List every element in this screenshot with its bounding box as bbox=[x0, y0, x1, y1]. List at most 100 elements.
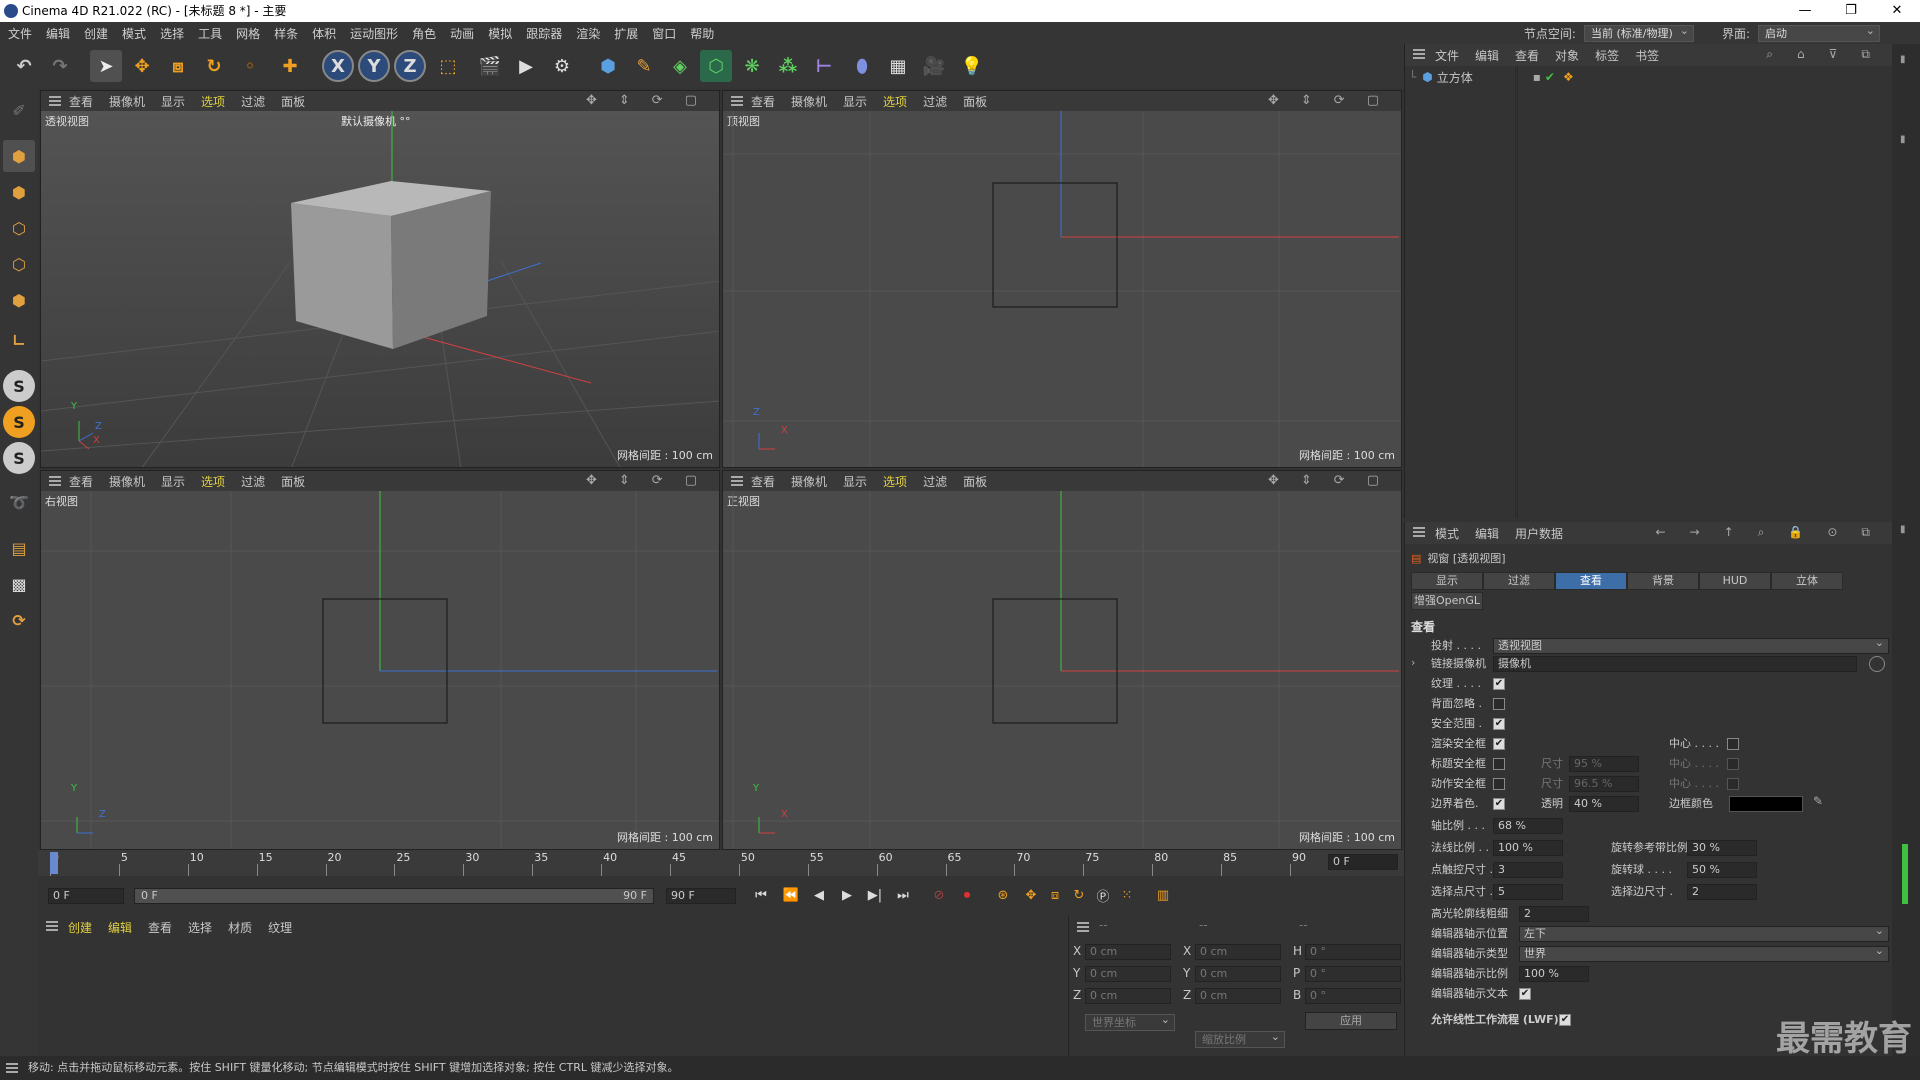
key-scale-icon[interactable]: ⧈ bbox=[1044, 884, 1066, 906]
end-frame-field[interactable]: 90 F bbox=[666, 888, 736, 904]
viewport-menu-options[interactable]: 选项 bbox=[883, 93, 907, 110]
mm-menu-create[interactable]: 创建 bbox=[68, 919, 92, 936]
next-frame-icon[interactable]: ▶| bbox=[864, 884, 886, 906]
eyedropper-icon[interactable]: ✎ bbox=[1813, 794, 1823, 808]
safe-frame-checkbox[interactable]: ✔ bbox=[1493, 718, 1505, 730]
axis-scale-field[interactable]: 68 % bbox=[1493, 818, 1563, 834]
title-safe-checkbox[interactable] bbox=[1493, 758, 1505, 770]
cube-object-icon[interactable]: ⬢ bbox=[592, 50, 624, 82]
side-tab-objects[interactable]: ▮ bbox=[1900, 54, 1906, 65]
scroll-indicator[interactable] bbox=[1902, 844, 1908, 904]
menu-create[interactable]: 创建 bbox=[84, 25, 108, 42]
mm-menu-texture[interactable]: 纹理 bbox=[268, 919, 292, 936]
key-position-icon[interactable]: ✥ bbox=[1020, 884, 1042, 906]
menu-mesh[interactable]: 网格 bbox=[236, 25, 260, 42]
dolly-icon[interactable]: ⇕ bbox=[619, 473, 630, 488]
viewport-menu-cameras[interactable]: 摄像机 bbox=[791, 93, 827, 110]
maximize-viewport-icon[interactable]: ▢ bbox=[1367, 473, 1379, 488]
orbit-icon[interactable]: ⟳ bbox=[1334, 93, 1345, 108]
om-menu-file[interactable]: 文件 bbox=[1435, 47, 1459, 64]
auto-key-icon[interactable]: ⏺ bbox=[956, 884, 978, 906]
menu-select[interactable]: 选择 bbox=[160, 25, 184, 42]
deformer-icon[interactable]: ⊢ bbox=[808, 50, 840, 82]
object-manager-menu-icon[interactable] bbox=[1413, 49, 1425, 59]
field-icon[interactable]: ⬮ bbox=[846, 50, 878, 82]
viewport-menu-view[interactable]: 查看 bbox=[69, 473, 93, 490]
viewport-menu-icon[interactable] bbox=[49, 96, 61, 106]
viewport-menu-cameras[interactable]: 摄像机 bbox=[109, 93, 145, 110]
rot-h-field[interactable]: 0 ° bbox=[1305, 944, 1401, 960]
render-picture-viewer-icon[interactable]: ▶ bbox=[510, 50, 542, 82]
right-viewport[interactable]: 查看 摄像机 显示 选项 过滤 面板 ✥ ⇕ ⟳ ▢ 右视图 Y Z 网格间距 : 1… bbox=[40, 470, 720, 850]
timeline-window-icon[interactable]: ▥ bbox=[1152, 884, 1174, 906]
coordinate-scale-select[interactable]: 缩放比例 bbox=[1195, 1029, 1285, 1048]
viewport-menu-panel[interactable]: 面板 bbox=[281, 93, 305, 110]
polygons-mode-icon[interactable]: ⬢ bbox=[3, 284, 35, 316]
spline-pen-icon[interactable]: ✎ bbox=[628, 50, 660, 82]
range-slider[interactable]: 0 F 90 F bbox=[134, 888, 654, 904]
scale-tool-icon[interactable]: ⧈ bbox=[162, 50, 194, 82]
viewport-menu-options[interactable]: 选项 bbox=[201, 93, 225, 110]
viewport-menu-icon[interactable] bbox=[731, 96, 743, 106]
pos-x-field[interactable]: 0 cm bbox=[1085, 944, 1171, 960]
menu-character[interactable]: 角色 bbox=[412, 25, 436, 42]
menu-edit[interactable]: 编辑 bbox=[46, 25, 70, 42]
key-pla-icon[interactable]: ⁙ bbox=[1116, 884, 1138, 906]
backface-checkbox[interactable] bbox=[1493, 698, 1505, 710]
filter-icon[interactable]: ⊽ bbox=[1829, 47, 1838, 62]
am-menu-userdata[interactable]: 用户数据 bbox=[1515, 525, 1563, 542]
settings-icon[interactable]: ⊙ bbox=[1827, 525, 1837, 540]
edges-mode-icon[interactable]: ⬡ bbox=[3, 248, 35, 280]
side-tab-attributes[interactable]: ▮ bbox=[1900, 524, 1906, 535]
viewport-menu-filter[interactable]: 过滤 bbox=[241, 473, 265, 490]
viewport-menu-filter[interactable]: 过滤 bbox=[923, 473, 947, 490]
tab-hud[interactable]: HUD bbox=[1699, 572, 1771, 590]
maximize-viewport-icon[interactable]: ▢ bbox=[685, 93, 697, 108]
new-window-icon[interactable]: ⧉ bbox=[1861, 525, 1870, 540]
rot-p-field[interactable]: 0 ° bbox=[1305, 966, 1401, 982]
menu-mograph[interactable]: 运动图形 bbox=[350, 25, 398, 42]
tab-background[interactable]: 背景 bbox=[1627, 572, 1699, 590]
size-z-field[interactable]: 0 cm bbox=[1195, 988, 1281, 1004]
menu-help[interactable]: 帮助 bbox=[690, 25, 714, 42]
camera-icon[interactable]: 🎥 bbox=[918, 50, 950, 82]
rot-b-field[interactable]: 0 ° bbox=[1305, 988, 1401, 1004]
pan-icon[interactable]: ✥ bbox=[586, 93, 597, 108]
menu-volume[interactable]: 体积 bbox=[312, 25, 336, 42]
visibility-check-icon[interactable]: ✔ bbox=[1545, 70, 1555, 84]
key-rotation-icon[interactable]: ↻ bbox=[1068, 884, 1090, 906]
viewport-menu-icon[interactable] bbox=[731, 476, 743, 486]
texture-mode-icon[interactable]: ⬢ bbox=[3, 176, 35, 208]
mm-menu-view[interactable]: 查看 bbox=[148, 919, 172, 936]
top-viewport[interactable]: 查看 摄像机 显示 选项 过滤 面板 ✥ ⇕ ⟳ ▢ 顶视图 Z X 网格间距 : 1… bbox=[722, 90, 1402, 468]
snap-settings-icon[interactable]: S bbox=[3, 406, 35, 438]
planar-workplane-icon[interactable]: ⟳ bbox=[3, 604, 35, 636]
menu-mode[interactable]: 模式 bbox=[122, 25, 146, 42]
texture-checkbox[interactable]: ✔ bbox=[1493, 678, 1505, 690]
layout-select[interactable]: 启动 bbox=[1758, 23, 1880, 42]
render-settings-icon[interactable]: ⚙ bbox=[546, 50, 578, 82]
rot-ref-field[interactable]: 30 % bbox=[1687, 840, 1757, 856]
search-icon[interactable]: ⌕ bbox=[1766, 47, 1773, 62]
viewport-menu-display[interactable]: 显示 bbox=[161, 473, 185, 490]
workplane-snap-icon[interactable]: S bbox=[3, 442, 35, 474]
record-keys-icon[interactable]: ⊘ bbox=[928, 884, 950, 906]
viewport-menu-options[interactable]: 选项 bbox=[201, 473, 225, 490]
menu-tools[interactable]: 工具 bbox=[198, 25, 222, 42]
viewport-menu-view[interactable]: 查看 bbox=[751, 473, 775, 490]
rot-ball-field[interactable]: 50 % bbox=[1687, 862, 1757, 878]
mm-menu-material[interactable]: 材质 bbox=[228, 919, 252, 936]
play-icon[interactable]: ▶ bbox=[836, 884, 858, 906]
viewport-menu-view[interactable]: 查看 bbox=[69, 93, 93, 110]
border-color-swatch[interactable] bbox=[1729, 796, 1803, 812]
viewport-menu-display[interactable]: 显示 bbox=[161, 93, 185, 110]
axis-type-select[interactable]: 世界 bbox=[1519, 944, 1889, 962]
model-mode-icon[interactable]: ⬢ bbox=[3, 140, 35, 172]
tab-view[interactable]: 查看 bbox=[1555, 572, 1627, 590]
snap-icon[interactable]: S bbox=[3, 370, 35, 402]
viewport-menu-panel[interactable]: 面板 bbox=[963, 93, 987, 110]
go-to-end-icon[interactable]: ⏭ bbox=[892, 884, 914, 906]
render-safe-checkbox[interactable]: ✔ bbox=[1493, 738, 1505, 750]
normal-scale-field[interactable]: 100 % bbox=[1493, 840, 1563, 856]
prev-key-icon[interactable]: ⏪ bbox=[780, 884, 802, 906]
